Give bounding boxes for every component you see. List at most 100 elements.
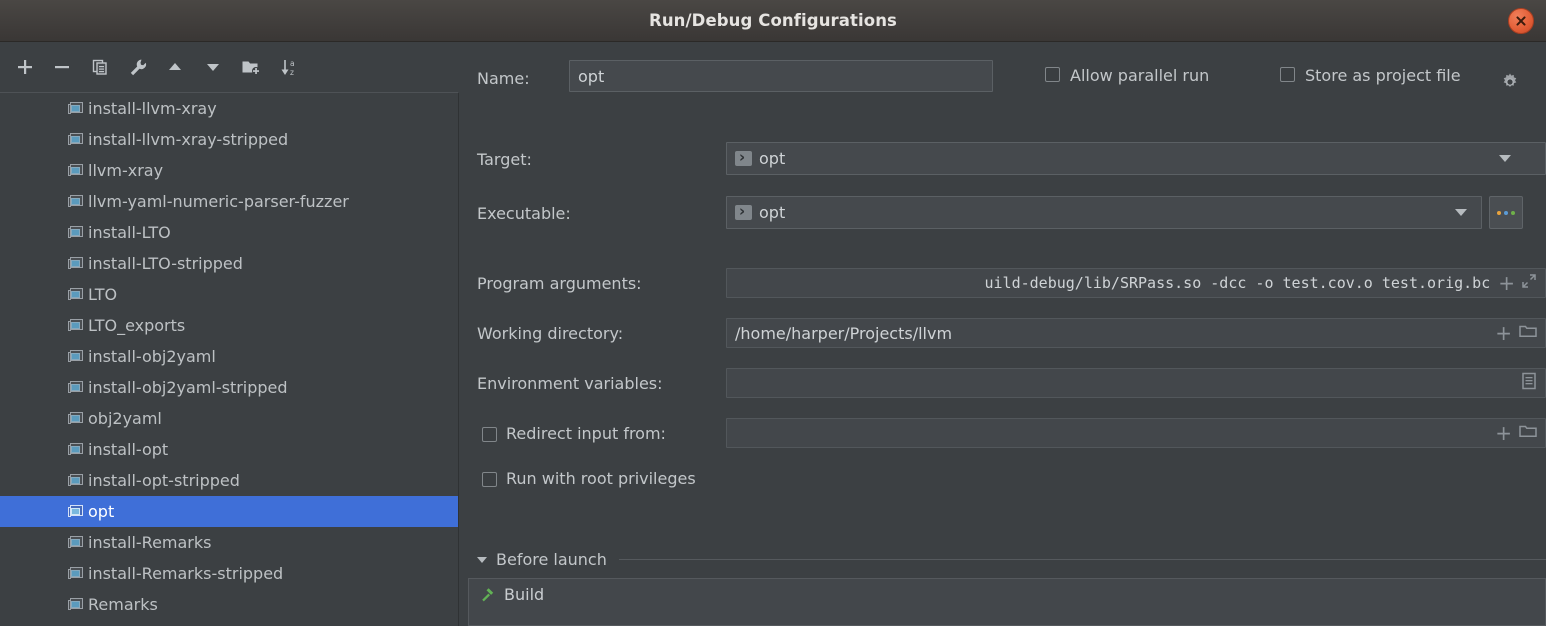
program-arguments-expand-icon[interactable] <box>1521 273 1537 293</box>
redirect-input-folder-icon[interactable] <box>1519 424 1537 443</box>
configuration-icon <box>68 536 83 549</box>
configurations-sidebar[interactable]: install-llvm-xray install-llvm-xray-strip… <box>0 92 459 626</box>
configuration-icon <box>68 381 83 394</box>
svg-text:a: a <box>290 59 295 68</box>
list-item-label: install-LTO-stripped <box>88 254 243 273</box>
list-item[interactable]: install-opt-stripped <box>0 465 458 496</box>
list-item[interactable]: LTO <box>0 279 458 310</box>
sidebar-toolbar: a z <box>0 42 459 92</box>
configuration-icon <box>68 443 83 456</box>
list-item[interactable]: install-LTO <box>0 217 458 248</box>
list-item[interactable]: llvm-yaml-numeric-parser-fuzzer <box>0 186 458 217</box>
run-with-root-privileges-checkbox[interactable] <box>482 472 497 487</box>
name-input-value: opt <box>578 66 605 86</box>
list-item-label: obj2yaml <box>88 409 162 428</box>
sort-configurations-button[interactable]: a z <box>274 52 304 82</box>
list-item[interactable]: install-Remarks <box>0 527 458 558</box>
list-item-label: LTO_exports <box>88 316 186 335</box>
before-launch-header[interactable]: Before launch <box>477 550 1546 569</box>
executable-dropdown-arrow-icon[interactable] <box>1455 209 1467 216</box>
copy-icon <box>92 59 107 75</box>
name-input[interactable]: opt <box>569 60 993 92</box>
copy-configuration-button[interactable] <box>85 52 115 82</box>
list-item-label: install-Remarks-stripped <box>88 564 284 583</box>
store-as-project-file-checkbox[interactable] <box>1280 67 1295 82</box>
list-item[interactable]: install-opt <box>0 434 458 465</box>
list-item-label: install-opt-stripped <box>88 471 240 490</box>
configurations-list: install-llvm-xray install-llvm-xray-strip… <box>0 93 458 620</box>
list-item-label: install-opt <box>88 440 169 459</box>
program-arguments-label: Program arguments: <box>477 274 642 293</box>
working-directory-input[interactable]: /home/harper/Projects/llvm + <box>726 318 1546 348</box>
add-configuration-button[interactable] <box>10 52 40 82</box>
redirect-input-field[interactable]: + <box>726 418 1546 448</box>
configuration-icon <box>68 474 83 487</box>
working-directory-add-icon[interactable]: + <box>1495 321 1512 345</box>
configuration-icon <box>68 226 83 239</box>
working-directory-folder-icon[interactable] <box>1519 324 1537 343</box>
program-arguments-input[interactable]: uild-debug/lib/SRPass.so -dcc -o test.co… <box>726 268 1546 298</box>
store-as-project-file-label[interactable]: Store as project file <box>1305 66 1461 85</box>
executable-browse-button[interactable] <box>1489 196 1523 229</box>
redirect-input-add-icon[interactable]: + <box>1495 421 1512 445</box>
before-launch-task-list[interactable]: Build <box>468 578 1546 626</box>
target-label: Target: <box>477 150 532 169</box>
gear-icon[interactable] <box>1500 72 1520 96</box>
list-item[interactable]: install-llvm-xray-stripped <box>0 124 458 155</box>
configuration-icon <box>68 567 83 580</box>
list-item-label: install-LTO <box>88 223 171 242</box>
list-item[interactable]: install-llvm-xray <box>0 93 458 124</box>
executable-target-icon <box>735 148 752 166</box>
list-item[interactable]: obj2yaml <box>0 403 458 434</box>
list-item[interactable]: Remarks <box>0 589 458 620</box>
list-item-label: install-obj2yaml-stripped <box>88 378 288 397</box>
list-item-label: install-obj2yaml <box>88 347 216 366</box>
list-item-label: install-llvm-xray <box>88 99 217 118</box>
executable-value: opt <box>759 203 786 222</box>
program-arguments-value: uild-debug/lib/SRPass.so -dcc -o test.co… <box>984 274 1491 292</box>
redirect-input-checkbox[interactable] <box>482 427 497 442</box>
allow-parallel-run-label[interactable]: Allow parallel run <box>1070 66 1209 85</box>
list-item-selected[interactable]: opt <box>0 496 458 527</box>
collapse-triangle-icon[interactable] <box>477 556 487 563</box>
run-with-root-privileges-label[interactable]: Run with root privileges <box>506 469 696 488</box>
configuration-icon <box>68 412 83 425</box>
wrench-icon <box>130 59 146 75</box>
allow-parallel-run-checkbox[interactable] <box>1045 67 1060 82</box>
move-up-button[interactable] <box>160 52 190 82</box>
list-item[interactable]: install-obj2yaml-stripped <box>0 372 458 403</box>
configuration-icon <box>68 319 83 332</box>
configuration-icon <box>68 350 83 363</box>
remove-configuration-button[interactable] <box>47 52 77 82</box>
list-item-label: install-llvm-xray-stripped <box>88 130 289 149</box>
configuration-icon <box>68 288 83 301</box>
close-icon[interactable] <box>1508 8 1534 34</box>
run-debug-configurations-dialog: Run/Debug Configurations a z install-llv… <box>0 0 1546 626</box>
redirect-input-label[interactable]: Redirect input from: <box>506 424 666 443</box>
section-divider <box>618 559 1546 560</box>
list-item-label: llvm-yaml-numeric-parser-fuzzer <box>88 192 349 211</box>
list-item[interactable]: install-LTO-stripped <box>0 248 458 279</box>
program-arguments-add-icon[interactable]: + <box>1498 271 1515 295</box>
arrow-down-icon <box>207 64 219 71</box>
move-down-button[interactable] <box>198 52 228 82</box>
new-folder-button[interactable] <box>236 52 266 82</box>
minus-icon <box>55 66 69 69</box>
list-item-label: llvm-xray <box>88 161 164 180</box>
working-directory-label: Working directory: <box>477 324 624 343</box>
edit-templates-button[interactable] <box>123 52 153 82</box>
environment-variables-input[interactable] <box>726 368 1546 398</box>
executable-combobox[interactable]: opt <box>726 196 1482 229</box>
target-dropdown-arrow-icon[interactable] <box>1499 155 1511 162</box>
environment-variables-editor-icon[interactable] <box>1521 372 1537 394</box>
list-item[interactable]: LTO_exports <box>0 310 458 341</box>
configuration-icon <box>68 195 83 208</box>
list-item[interactable]: llvm-xray <box>0 155 458 186</box>
target-combobox[interactable]: opt <box>726 142 1546 175</box>
configuration-icon <box>68 598 83 611</box>
environment-variables-label: Environment variables: <box>477 374 663 393</box>
before-launch-task-row[interactable]: Build <box>469 579 1545 609</box>
hammer-icon <box>479 586 496 603</box>
list-item[interactable]: install-Remarks-stripped <box>0 558 458 589</box>
list-item[interactable]: install-obj2yaml <box>0 341 458 372</box>
